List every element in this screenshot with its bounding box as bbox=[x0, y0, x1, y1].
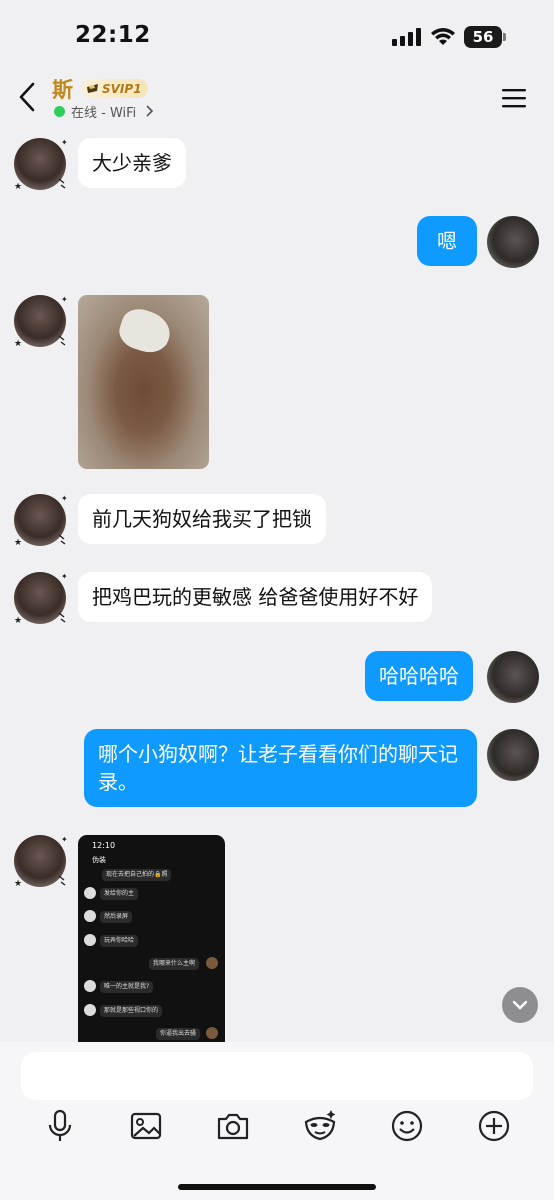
svg-text:✦: ✦ bbox=[61, 138, 68, 147]
signal-icon bbox=[392, 28, 421, 46]
svg-text:✦: ✦ bbox=[61, 295, 68, 304]
camera-icon[interactable] bbox=[215, 1108, 251, 1144]
svip-badge[interactable]: SVIP1 bbox=[82, 79, 148, 98]
thumb-row: 你逼我出去骚 bbox=[156, 1028, 201, 1040]
contact-avatar[interactable] bbox=[14, 835, 66, 887]
thumb-row: 现在去把自己拍的🔒照 bbox=[102, 869, 172, 881]
thumb-row: 唯一的主就是我? bbox=[100, 981, 154, 993]
my-avatar[interactable] bbox=[487, 729, 539, 781]
emoji-icon[interactable] bbox=[389, 1108, 425, 1144]
my-avatar[interactable] bbox=[487, 651, 539, 703]
message-image[interactable] bbox=[78, 295, 209, 469]
home-indicator[interactable] bbox=[178, 1184, 376, 1190]
thumb-row: 发给你的主 bbox=[100, 888, 139, 900]
svip-label: SVIP1 bbox=[102, 81, 142, 96]
mic-icon[interactable] bbox=[42, 1108, 78, 1144]
chevron-right-icon[interactable] bbox=[145, 105, 154, 117]
svg-text:★: ★ bbox=[14, 879, 22, 889]
svg-text:✦: ✦ bbox=[61, 835, 68, 844]
message-bubble-out[interactable]: 哪个小狗奴啊？让老子看看你们的聊天记录。 bbox=[84, 729, 477, 807]
svg-text:★: ★ bbox=[14, 339, 22, 349]
message-input[interactable] bbox=[21, 1052, 533, 1100]
message-screenshot[interactable]: 12:10 伪装 现在去把自己拍的🔒照 发给你的主 然后录屏 玩弄你哈哈 我哪来… bbox=[78, 835, 225, 1042]
scroll-to-bottom-button[interactable] bbox=[502, 987, 538, 1023]
message-bubble-out[interactable]: 哈哈哈哈 bbox=[365, 651, 473, 701]
image-icon[interactable] bbox=[128, 1108, 164, 1144]
svg-text:★: ★ bbox=[14, 538, 22, 548]
svg-text:✦: ✦ bbox=[61, 494, 68, 503]
contact-avatar[interactable] bbox=[14, 494, 66, 546]
thumb-row: 那就是那些视口你的 bbox=[100, 1005, 163, 1017]
chat-header: 斯 SVIP1 在线 - WiFi bbox=[0, 74, 554, 124]
contact-avatar[interactable] bbox=[14, 138, 66, 190]
plus-icon[interactable] bbox=[476, 1108, 512, 1144]
mask-icon[interactable] bbox=[302, 1108, 338, 1144]
message-bubble-in[interactable]: 把鸡巴玩的更敏感 给爸爸使用好不好 bbox=[78, 572, 433, 622]
input-area bbox=[0, 1042, 554, 1200]
svg-text:✦: ✦ bbox=[61, 572, 68, 581]
my-avatar[interactable] bbox=[487, 216, 539, 268]
thumb-row: 然后录屏 bbox=[100, 911, 133, 923]
status-bar: 22:12 56 bbox=[0, 0, 554, 74]
message-bubble-in[interactable]: 前几天狗奴给我买了把锁 bbox=[78, 494, 326, 544]
contact-name[interactable]: 斯 bbox=[52, 74, 73, 104]
thumb-title: 伪装 bbox=[92, 856, 106, 864]
contact-avatar[interactable] bbox=[14, 572, 66, 624]
thumb-time: 12:10 bbox=[92, 841, 116, 850]
thumb-row: 我哪来什么主啊 bbox=[149, 958, 200, 970]
svg-text:★: ★ bbox=[14, 616, 22, 626]
thumb-row: 玩弄你哈哈 bbox=[100, 935, 139, 947]
chevron-down-icon bbox=[512, 1000, 528, 1010]
message-bubble-in[interactable]: 大少亲爹 bbox=[78, 138, 186, 188]
svg-text:★: ★ bbox=[14, 182, 22, 192]
contact-avatar[interactable] bbox=[14, 295, 66, 347]
online-indicator bbox=[54, 106, 65, 117]
crown-icon bbox=[87, 84, 98, 93]
status-time: 22:12 bbox=[75, 22, 151, 48]
wifi-icon bbox=[431, 28, 455, 45]
battery-icon: 56 bbox=[464, 26, 506, 48]
menu-button[interactable] bbox=[500, 86, 528, 110]
back-button[interactable] bbox=[14, 80, 42, 114]
battery-level: 56 bbox=[464, 26, 502, 48]
message-bubble-out[interactable]: 嗯 bbox=[417, 216, 477, 266]
online-status[interactable]: 在线 - WiFi bbox=[71, 102, 136, 121]
